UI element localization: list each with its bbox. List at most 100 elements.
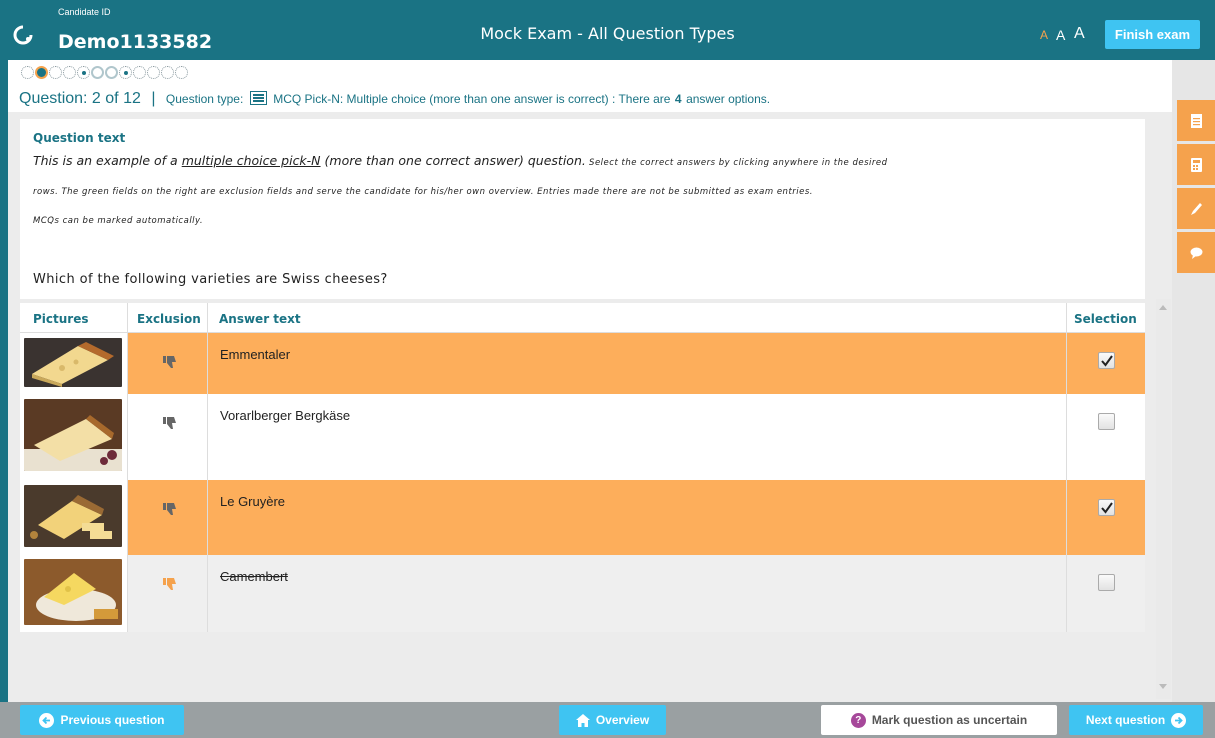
question-nav-dot-7[interactable]: [105, 66, 118, 79]
exclusion-cell[interactable]: [127, 555, 207, 632]
table-header: Pictures Exclusion Answer text Selection: [20, 303, 1145, 333]
question-nav-dot-11[interactable]: [161, 66, 174, 79]
footer-bar: Previous question Overview ? Mark questi…: [0, 702, 1215, 738]
question-nav-dot-4[interactable]: [63, 66, 76, 79]
arrow-left-icon: [39, 712, 55, 728]
question-nav-dot-3[interactable]: [49, 66, 62, 79]
question-prompt: Which of the following varieties are Swi…: [33, 272, 388, 287]
picture-cell: [20, 394, 127, 480]
question-nav-dot-8[interactable]: [119, 66, 132, 79]
next-question-label: Next question: [1085, 713, 1166, 727]
next-question-button[interactable]: Next question: [1069, 705, 1203, 735]
answer-row-bergkaese[interactable]: Vorarlberger Bergkäse: [20, 394, 1145, 480]
font-size-large-button[interactable]: A: [1074, 25, 1085, 43]
question-text-panel: Question text This is an example of a mu…: [20, 119, 1145, 299]
selection-checkbox[interactable]: [1098, 413, 1115, 430]
calculator-button[interactable]: [1177, 144, 1215, 185]
question-nav-dot-6[interactable]: [91, 66, 104, 79]
question-nav-dot-1[interactable]: [21, 66, 34, 79]
calculator-icon: [1190, 157, 1202, 172]
selection-cell[interactable]: [1066, 394, 1145, 480]
question-lead-before: This is an example of a: [33, 153, 182, 168]
question-nav-dot-9[interactable]: [133, 66, 146, 79]
answer-row-camembert[interactable]: Camembert: [20, 555, 1145, 632]
overview-button[interactable]: Overview: [559, 705, 666, 735]
vertical-scrollbar[interactable]: [1156, 299, 1171, 699]
question-info: Question: 2 of 12 | Question type: MCQ P…: [19, 90, 770, 108]
question-number: Question: 2 of 12: [19, 90, 141, 107]
question-progress-area: Question: 2 of 12 | Question type: MCQ P…: [8, 60, 1172, 112]
header-pictures: Pictures: [33, 312, 89, 326]
mcq-type-icon: [249, 91, 267, 105]
comment-button[interactable]: [1177, 232, 1215, 273]
question-type-label: Question type:: [165, 92, 244, 106]
picture-cell: [20, 333, 127, 394]
font-size-medium-button[interactable]: A: [1056, 27, 1065, 43]
separator: |: [151, 90, 156, 107]
answer-text: Vorarlberger Bergkäse: [220, 408, 351, 423]
previous-question-button[interactable]: Previous question: [20, 705, 184, 735]
mark-uncertain-button[interactable]: ? Mark question as uncertain: [821, 705, 1057, 735]
answer-text-cell[interactable]: Le Gruyère: [207, 480, 1066, 555]
selection-checkbox[interactable]: [1098, 499, 1115, 516]
selection-checkbox[interactable]: [1098, 352, 1115, 369]
arrow-right-icon: [1171, 712, 1187, 728]
selection-cell[interactable]: [1066, 480, 1145, 555]
camembert-photo: [24, 559, 122, 625]
exclusion-cell[interactable]: [127, 333, 207, 394]
question-type-name: MCQ Pick-N: Multiple choice (more than o…: [273, 92, 671, 106]
selection-cell[interactable]: [1066, 333, 1145, 394]
font-size-small-button[interactable]: A: [1040, 28, 1048, 42]
candidate-id-label: Candidate ID: [58, 7, 111, 17]
scroll-up-arrow-icon[interactable]: [1159, 305, 1167, 310]
candidate-id: Demo1133582: [58, 31, 213, 53]
selection-checkbox[interactable]: [1098, 574, 1115, 591]
question-nav-dot-12[interactable]: [175, 66, 188, 79]
pen-icon: [1190, 202, 1202, 215]
answer-text-cell[interactable]: Vorarlberger Bergkäse: [207, 394, 1066, 480]
question-mark-icon: ?: [850, 712, 866, 728]
notes-button[interactable]: [1177, 100, 1215, 141]
selection-cell[interactable]: [1066, 555, 1145, 632]
header-answer-text: Answer text: [219, 312, 301, 326]
scroll-down-arrow-icon[interactable]: [1159, 684, 1167, 689]
answer-text-cell[interactable]: Emmentaler: [207, 333, 1066, 394]
thumbs-down-icon[interactable]: [163, 502, 177, 516]
option-count: 4: [674, 92, 682, 106]
mark-uncertain-label: Mark question as uncertain: [871, 713, 1028, 727]
finish-exam-button[interactable]: Finish exam: [1105, 20, 1200, 49]
question-navigator: [21, 66, 188, 80]
picture-cell: [20, 480, 127, 555]
overview-label: Overview: [595, 713, 650, 727]
question-instructions-2: rows. The green fields on the right are …: [33, 187, 813, 197]
bergkaese-photo: [24, 399, 122, 471]
previous-question-label: Previous question: [60, 713, 165, 727]
question-nav-dot-5[interactable]: [77, 66, 90, 79]
emmentaler-photo: [24, 338, 122, 387]
answer-text: Camembert: [220, 569, 288, 584]
question-nav-dot-2[interactable]: [35, 66, 48, 79]
pen-button[interactable]: [1177, 188, 1215, 229]
exclusion-cell[interactable]: [127, 480, 207, 555]
answer-text: Emmentaler: [220, 347, 291, 362]
checkmark-icon: [1100, 354, 1113, 367]
option-count-suffix: answer options.: [686, 92, 771, 106]
gruyere-photo: [24, 485, 122, 547]
thumbs-down-icon[interactable]: [163, 355, 177, 369]
home-icon: [575, 713, 590, 727]
question-nav-dot-10[interactable]: [147, 66, 160, 79]
answer-text-cell[interactable]: Camembert: [207, 555, 1066, 632]
question-lead-underlined: multiple choice pick-N: [181, 153, 321, 168]
exclusion-cell[interactable]: [127, 394, 207, 480]
answer-row-emmentaler[interactable]: Emmentaler: [20, 333, 1145, 394]
question-instructions-3: MCQs can be marked automatically.: [33, 216, 204, 226]
answer-row-gruyere[interactable]: Le Gruyère: [20, 480, 1145, 555]
question-text-body: This is an example of a multiple choice …: [33, 147, 1132, 234]
header-exclusion: Exclusion: [137, 312, 201, 326]
notes-icon: [1190, 113, 1202, 128]
thumbs-down-icon[interactable]: [163, 416, 177, 430]
thumbs-down-icon[interactable]: [163, 577, 177, 591]
picture-cell: [20, 555, 127, 632]
checkmark-icon: [1100, 501, 1113, 514]
exam-header: Candidate ID Demo1133582 Mock Exam - All…: [0, 0, 1215, 60]
